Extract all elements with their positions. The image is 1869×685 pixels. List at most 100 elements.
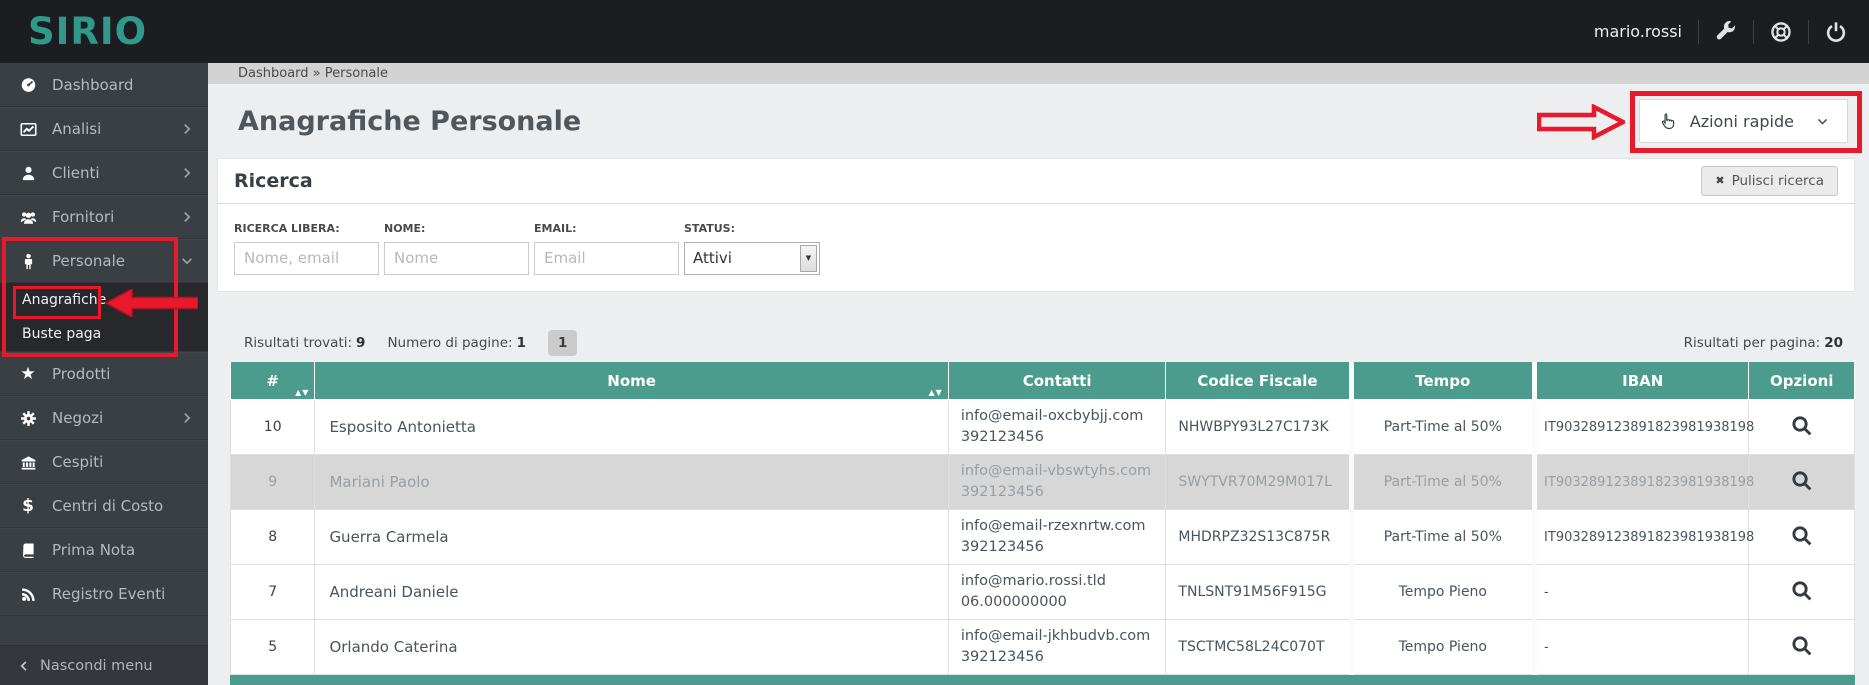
status-field: STATUS: Attivi ▼ bbox=[684, 222, 820, 275]
sort-arrows-icon[interactable]: ▲▼ bbox=[929, 388, 943, 397]
row-search-button[interactable] bbox=[1790, 415, 1814, 439]
row-search-button[interactable] bbox=[1790, 580, 1814, 604]
cell-iban: IT903289123891823981938198 bbox=[1534, 454, 1754, 511]
chevron-right-icon bbox=[180, 166, 194, 180]
sirio-logo[interactable]: SIRIO bbox=[28, 10, 147, 53]
column-label: # bbox=[266, 371, 279, 390]
name-input[interactable] bbox=[384, 241, 529, 275]
wrench-icon[interactable] bbox=[1715, 20, 1737, 43]
search-panel: Ricerca ✖ Pulisci ricerca RICERCA LIBERA… bbox=[217, 157, 1855, 292]
cell-tempo: Part-Time al 50% bbox=[1348, 454, 1538, 511]
sidebar-item-label: Clienti bbox=[52, 164, 100, 182]
column-header-nome[interactable]: Nome ▲▼ bbox=[314, 361, 949, 401]
sidebar-item-prima-nota[interactable]: Prima Nota bbox=[0, 528, 208, 572]
results-pages: Numero di pagine: 1 bbox=[387, 334, 526, 351]
clear-search-button[interactable]: ✖ Pulisci ricerca bbox=[1701, 165, 1838, 196]
free-search-input[interactable] bbox=[234, 241, 379, 275]
collapse-label: Nascondi menu bbox=[40, 657, 153, 674]
cell-opzioni bbox=[1748, 564, 1855, 621]
column-header-contatti: Contatti bbox=[947, 361, 1167, 401]
cell-tempo: Part-Time al 50% bbox=[1348, 509, 1538, 566]
email-label: EMAIL: bbox=[534, 221, 577, 235]
results-bar: Risultati trovati: 9 Numero di pagine: 1 1… bbox=[244, 329, 1843, 356]
submenu-personale: Anagrafiche Buste paga bbox=[0, 283, 208, 352]
sidebar-collapse-button[interactable]: Nascondi menu bbox=[0, 645, 208, 685]
cell-contatti: info@mario.rossi.tld 06.000000000 bbox=[947, 564, 1167, 621]
sidebar-item-prodotti[interactable]: ★ Prodotti bbox=[0, 352, 208, 396]
email-input[interactable] bbox=[534, 241, 679, 275]
cell-id: 10 bbox=[229, 399, 316, 456]
sidebar-item-negozi[interactable]: Negozi bbox=[0, 396, 208, 440]
cell-email: info@email-jkhbudvb.com bbox=[960, 628, 1151, 645]
sidebar-subitem-anagrafiche[interactable]: Anagrafiche bbox=[0, 283, 208, 317]
cell-codice-fiscale: NHWBPY93L27C173K bbox=[1165, 399, 1352, 456]
search-icon bbox=[1791, 636, 1813, 660]
cell-contatti: info@email-rzexnrtw.com 392123456 bbox=[947, 509, 1167, 566]
cell-id: 8 bbox=[229, 509, 316, 566]
sidebar-item-clienti[interactable]: Clienti bbox=[0, 151, 208, 195]
row-search-button[interactable] bbox=[1790, 635, 1814, 659]
table-row: 8 Guerra Carmela info@email-rzexnrtw.com 39… bbox=[229, 509, 1855, 566]
search-icon bbox=[1791, 471, 1813, 495]
column-header-[interactable]: # ▲▼ bbox=[229, 361, 316, 401]
book-icon bbox=[18, 542, 38, 559]
status-select[interactable]: Attivi ▼ bbox=[684, 241, 820, 275]
sort-arrows-icon[interactable]: ▲▼ bbox=[295, 388, 309, 397]
column-header-tempo: Tempo bbox=[1348, 361, 1538, 401]
sidebar-item-label: Personale bbox=[52, 252, 125, 270]
rss-icon bbox=[18, 586, 38, 603]
results-found: Risultati trovati: 9 bbox=[244, 334, 366, 351]
page-header: Anagrafiche Personale Azioni rapide bbox=[208, 84, 1869, 158]
username[interactable]: mario.rossi bbox=[1594, 22, 1682, 41]
cell-iban: IT903289123891823981938198 bbox=[1534, 509, 1754, 566]
cell-opzioni bbox=[1748, 619, 1855, 676]
cell-codice-fiscale: TSCTMC58L24C070T bbox=[1165, 619, 1352, 676]
sidebar-item-dashboard[interactable]: Dashboard bbox=[0, 63, 208, 107]
gear-icon bbox=[18, 410, 38, 427]
free-search-label: RICERCA LIBERA: bbox=[234, 221, 340, 235]
help-icon[interactable] bbox=[1770, 21, 1792, 43]
quick-actions-button[interactable]: Azioni rapide bbox=[1638, 99, 1848, 143]
sidebar-item-cespiti[interactable]: Cespiti bbox=[0, 440, 208, 484]
sidebar-item-label: Negozi bbox=[52, 409, 104, 427]
sidebar-item-centri-di-costo[interactable]: $ Centri di Costo bbox=[0, 484, 208, 528]
cell-opzioni bbox=[1748, 399, 1855, 456]
column-label: Opzioni bbox=[1769, 371, 1834, 390]
cell-telefono: 06.000000000 bbox=[960, 594, 1067, 611]
sidebar-item-personale[interactable]: Personale bbox=[0, 239, 208, 283]
column-header-iban: IBAN bbox=[1534, 361, 1750, 401]
cell-contatti: info@email-vbswtyhs.com 392123456 bbox=[947, 454, 1167, 511]
sidebar-item-label: Registro Eventi bbox=[52, 585, 166, 603]
sidebar-subitem-buste-paga[interactable]: Buste paga bbox=[0, 317, 208, 351]
cell-nome: Guerra Carmela bbox=[314, 509, 949, 566]
sidebar-item-fornitori[interactable]: Fornitori bbox=[0, 195, 208, 239]
cell-iban: - bbox=[1534, 619, 1750, 676]
dashboard-icon bbox=[18, 76, 38, 93]
sidebar-item-analisi[interactable]: Analisi bbox=[0, 107, 208, 151]
cell-iban: - bbox=[1534, 564, 1750, 621]
page-title: Anagrafiche Personale bbox=[238, 105, 582, 137]
cell-contatti: info@email-jkhbudvb.com 392123456 bbox=[947, 619, 1167, 676]
row-search-button[interactable] bbox=[1790, 470, 1814, 494]
row-search-button[interactable] bbox=[1790, 525, 1814, 549]
cell-telefono: 392123456 bbox=[960, 539, 1044, 556]
topbar-right: mario.rossi bbox=[1594, 19, 1847, 44]
column-label: Tempo bbox=[1415, 371, 1471, 390]
search-panel-header: Ricerca ✖ Pulisci ricerca bbox=[218, 159, 1854, 204]
cell-tempo: Part-Time al 50% bbox=[1348, 399, 1538, 456]
sidebar-item-registro-eventi[interactable]: Registro Eventi bbox=[0, 572, 208, 616]
name-label: NOME: bbox=[384, 221, 426, 235]
chevron-right-icon bbox=[180, 210, 194, 224]
users-icon bbox=[18, 209, 38, 226]
page-badge[interactable]: 1 bbox=[547, 329, 578, 356]
chevron-right-icon bbox=[180, 411, 194, 425]
power-icon[interactable] bbox=[1825, 21, 1847, 43]
table-row: 7 Andreani Daniele info@mario.rossi.tld 06.… bbox=[229, 564, 1855, 621]
breadcrumb[interactable]: Dashboard » Personale bbox=[208, 63, 1869, 85]
results-summary: Risultati trovati: 9 Numero di pagine: 1 1 bbox=[244, 329, 578, 356]
search-icon bbox=[1791, 526, 1813, 550]
search-form: RICERCA LIBERA: NOME: EMAIL: STATUS: Att… bbox=[218, 204, 1854, 291]
quick-actions-label: Azioni rapide bbox=[1689, 111, 1794, 131]
sidebar-item-label: Analisi bbox=[52, 120, 102, 138]
search-panel-title: Ricerca bbox=[234, 169, 313, 192]
